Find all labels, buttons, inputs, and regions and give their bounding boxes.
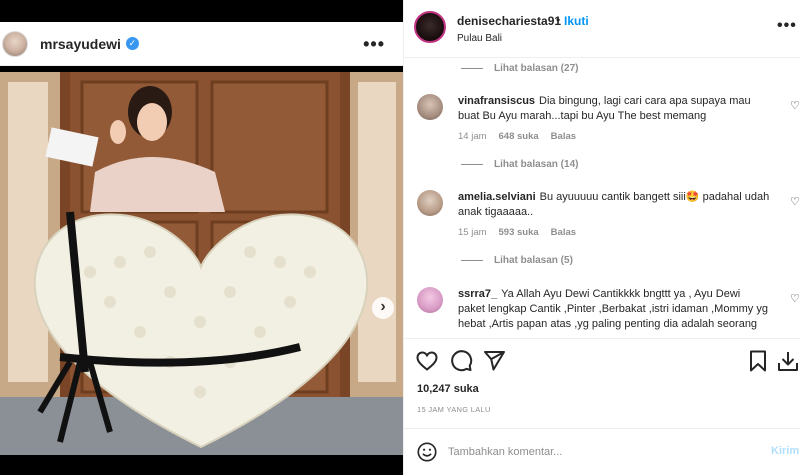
post-photo[interactable]: › [0, 72, 403, 455]
post-details-panel: denisechariesta91 • Ikuti Pulau Bali •••… [403, 0, 800, 475]
more-options-button[interactable]: ••• [363, 34, 385, 55]
follow-button[interactable]: Ikuti [564, 14, 589, 28]
replies-divider [461, 164, 483, 165]
comment-time[interactable]: 14 jam [458, 131, 487, 142]
add-comment-bar: Kirim [404, 428, 800, 475]
comment-content: Ya Allah Ayu Dewi Cantikkkk bngttt ya , … [458, 288, 768, 330]
view-replies-button[interactable]: Lihat balasan (14) [461, 159, 578, 170]
post-comment-button[interactable]: Kirim [771, 445, 799, 457]
send-icon[interactable] [482, 349, 506, 373]
post-owner-header: mrsayudewi ✓ ••• [0, 22, 403, 66]
like-comment-heart-icon[interactable]: ♡ [790, 292, 800, 305]
view-replies-button[interactable]: Lihat balasan (5) [461, 255, 573, 266]
comment-username[interactable]: amelia.selviani [458, 191, 536, 203]
comment-icon[interactable] [449, 349, 473, 373]
heart-icon[interactable] [415, 349, 439, 373]
emoji-icon[interactable] [416, 441, 438, 463]
avatar[interactable] [417, 94, 443, 120]
like-comment-heart-icon[interactable]: ♡ [790, 195, 800, 208]
instagram-post-window: mrsayudewi ✓ ••• › denisechariesta91 • I… [0, 0, 800, 475]
bottom-dark-strip [0, 455, 403, 475]
top-dark-strip [0, 0, 403, 22]
comments-list[interactable]: Lihat balasan (27) vinafransiscus Dia bin… [404, 58, 800, 338]
verified-badge-icon: ✓ [125, 37, 139, 50]
comment-meta: 14 jam 648 suka Balas [458, 131, 576, 142]
comment-username[interactable]: ssrra7_ [458, 288, 497, 300]
comment-text: ssrra7_ Ya Allah Ayu Dewi Cantikkkk bngtt… [458, 287, 770, 332]
more-options-button[interactable]: ••• [777, 17, 797, 35]
comment-meta: 15 jam 593 suka Balas [458, 227, 576, 238]
replies-divider [461, 68, 483, 69]
post-owner-username[interactable]: mrsayudewi [40, 36, 121, 52]
location-link[interactable]: Pulau Bali [457, 33, 502, 44]
view-replies-label: Lihat balasan (27) [494, 63, 579, 74]
bookmark-icon[interactable] [746, 349, 770, 373]
like-comment-heart-icon[interactable]: ♡ [790, 99, 800, 112]
comment-text: vinafransiscus Dia bingung, lagi cari car… [458, 94, 770, 124]
post-actions-bar [404, 338, 800, 382]
replies-divider [461, 260, 483, 261]
avatar[interactable] [417, 190, 443, 216]
comment-time[interactable]: 15 jam [458, 227, 487, 238]
view-replies-button[interactable]: Lihat balasan (27) [461, 63, 578, 74]
comment-input[interactable] [448, 443, 748, 461]
comment-username[interactable]: vinafransiscus [458, 95, 535, 107]
next-photo-button[interactable]: › [372, 297, 394, 319]
likes-count[interactable]: 10,247 suka [417, 383, 479, 395]
download-icon[interactable] [776, 349, 800, 373]
reply-button[interactable]: Balas [551, 227, 576, 238]
reply-button[interactable]: Balas [551, 131, 576, 142]
comment-likes[interactable]: 593 suka [499, 227, 539, 238]
avatar[interactable] [417, 287, 443, 313]
post-timestamp[interactable]: 15 JAM YANG LALU [417, 405, 491, 414]
commenter-header: denisechariesta91 • Ikuti Pulau Bali ••• [404, 0, 800, 58]
photo-illustration [0, 72, 403, 455]
comment-text: amelia.selviani Bu ayuuuuu cantik bangett… [458, 190, 770, 220]
separator-dot: • [556, 13, 561, 27]
header-username[interactable]: denisechariesta91 [457, 14, 561, 28]
avatar[interactable] [414, 11, 446, 43]
comment-likes[interactable]: 648 suka [499, 131, 539, 142]
view-replies-label: Lihat balasan (5) [494, 255, 573, 266]
view-replies-label: Lihat balasan (14) [494, 159, 579, 170]
avatar[interactable] [2, 30, 28, 57]
